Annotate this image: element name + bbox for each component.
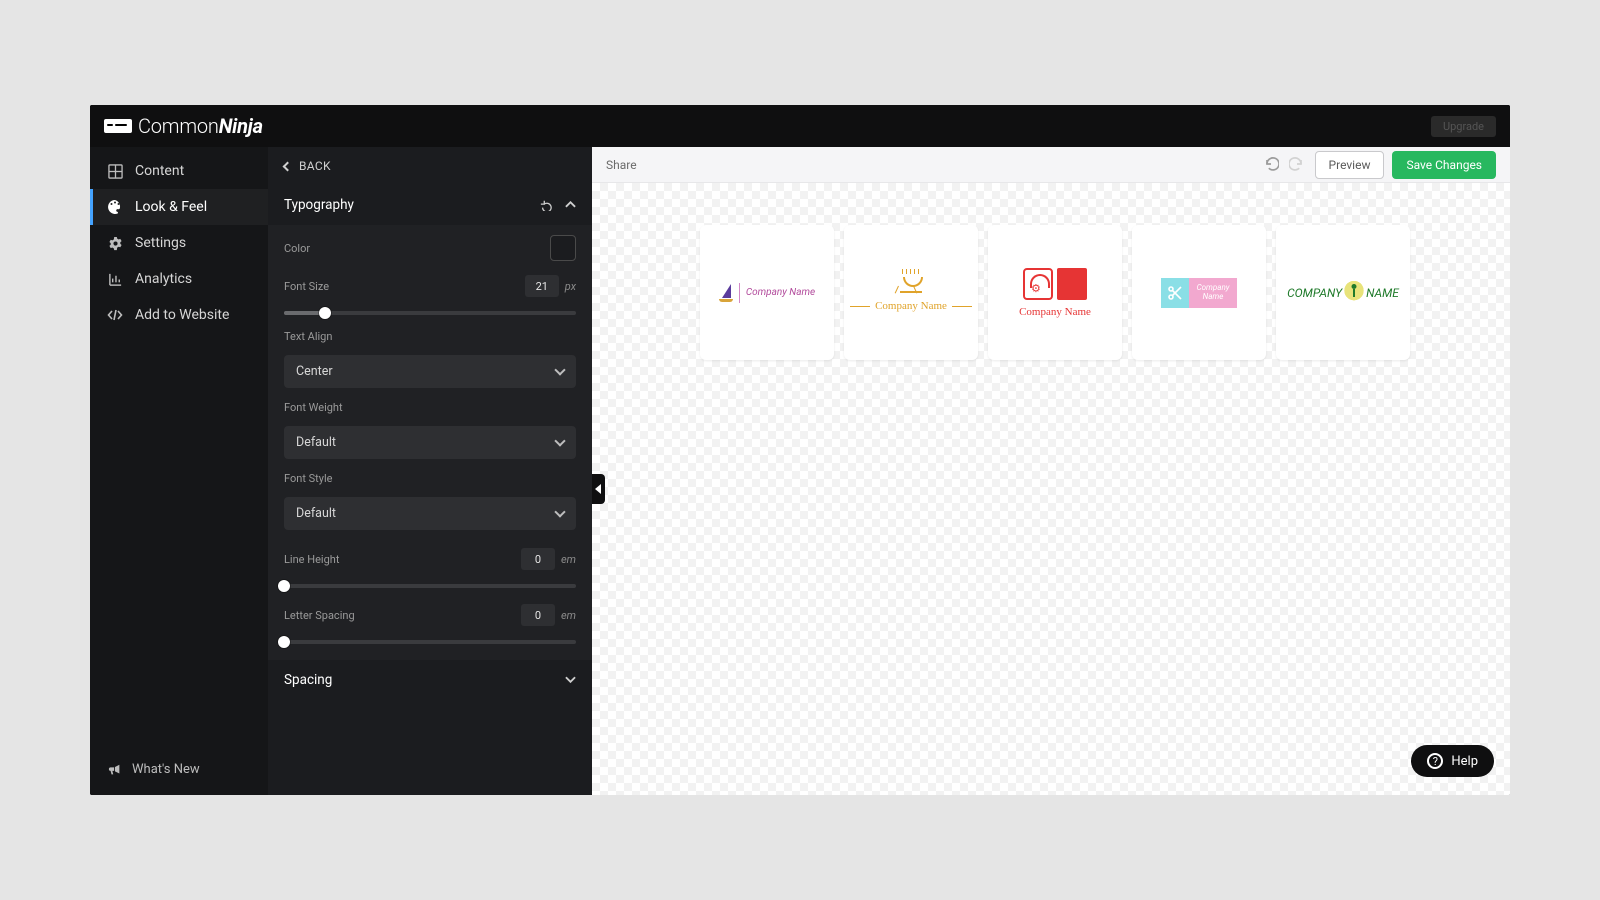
letter-spacing-unit: em <box>561 609 576 622</box>
color-label: Color <box>284 242 310 255</box>
line-height-unit: em <box>561 553 576 566</box>
canvas[interactable]: Company Name <box>592 183 1510 795</box>
chart-icon <box>107 271 123 287</box>
font-size-slider[interactable] <box>284 305 576 317</box>
spacing-title: Spacing <box>284 672 332 688</box>
sailboat-icon <box>719 284 733 302</box>
reset-icon[interactable] <box>539 199 553 211</box>
font-size-unit: px <box>565 280 576 293</box>
back-label: BACK <box>299 159 331 173</box>
help-button[interactable]: ? Help <box>1411 745 1494 777</box>
text-align-select[interactable]: Center <box>284 355 576 388</box>
typography-title: Typography <box>284 197 354 213</box>
spacing-section-header[interactable]: Spacing <box>268 660 592 700</box>
brand-name: CommonNinja <box>138 114 263 138</box>
letter-spacing-field: Letter Spacing em <box>284 598 576 626</box>
undo-button[interactable] <box>1263 156 1281 174</box>
whats-new-label: What's New <box>132 762 200 777</box>
brand-logo[interactable]: CommonNinja <box>104 114 263 138</box>
letter-spacing-label: Letter Spacing <box>284 609 355 622</box>
sidebar-item-content[interactable]: Content <box>90 153 268 189</box>
red-square-icon <box>1057 268 1087 300</box>
nav-sidebar: Content Look & Feel Settings Analytics <box>90 147 268 795</box>
canvas-area: Share Preview Save Changes <box>592 147 1510 795</box>
app-body: Content Look & Feel Settings Analytics <box>90 147 1510 795</box>
collapse-panel-tab[interactable] <box>592 474 605 504</box>
chevron-up-icon[interactable] <box>565 201 576 209</box>
font-weight-label: Font Weight <box>284 401 343 414</box>
logo-card[interactable]: Company Name <box>1132 225 1266 360</box>
line-height-slider[interactable] <box>284 578 576 590</box>
triangle-left-icon <box>595 484 601 494</box>
sidebar-item-label: Settings <box>135 235 186 251</box>
sidebar-item-analytics[interactable]: Analytics <box>90 261 268 297</box>
back-button[interactable]: BACK <box>268 147 592 185</box>
font-style-select[interactable]: Default <box>284 497 576 530</box>
whats-new-link[interactable]: What's New <box>90 750 268 795</box>
share-button[interactable]: Share <box>606 158 637 172</box>
font-weight-select[interactable]: Default <box>284 426 576 459</box>
logo-grill: Company Name <box>850 273 972 312</box>
palette-icon <box>107 199 123 215</box>
logo-boat: Company Name <box>719 283 815 303</box>
logo-cards-row: Company Name <box>592 183 1510 360</box>
sidebar-item-settings[interactable]: Settings <box>90 225 268 261</box>
logo-card[interactable]: Company Name <box>988 225 1122 360</box>
chevron-down-icon <box>565 676 576 684</box>
app-window: CommonNinja Upgrade Content Look & Feel <box>90 105 1510 795</box>
line-height-label: Line Height <box>284 553 339 566</box>
logo-scissors: Company Name <box>1161 278 1237 308</box>
canvas-toolbar: Share Preview Save Changes <box>592 147 1510 183</box>
font-size-label: Font Size <box>284 280 329 293</box>
chevron-left-icon <box>283 161 293 171</box>
color-swatch[interactable] <box>550 235 576 261</box>
bullhorn-icon <box>108 763 122 777</box>
letter-spacing-slider[interactable] <box>284 634 576 646</box>
logo-cloud-box: Company Name <box>1019 268 1091 318</box>
sidebar-item-add-to-website[interactable]: Add to Website <box>90 297 268 333</box>
cloud-gear-icon <box>1023 268 1053 300</box>
header-right: Upgrade <box>1431 116 1496 137</box>
scissors-icon <box>1161 278 1189 308</box>
logo-yoga: COMPANY NAME <box>1287 281 1399 305</box>
sidebar-item-label: Look & Feel <box>135 199 207 215</box>
typography-section-header[interactable]: Typography <box>268 185 592 225</box>
save-changes-button[interactable]: Save Changes <box>1392 151 1496 179</box>
redo-button <box>1289 156 1307 174</box>
sidebar-item-look-and-feel[interactable]: Look & Feel <box>90 189 268 225</box>
grid-icon <box>107 163 123 179</box>
brand-mark-icon <box>104 119 132 133</box>
app-header: CommonNinja Upgrade <box>90 105 1510 147</box>
gear-icon <box>107 235 123 251</box>
sidebar-item-label: Content <box>135 163 184 179</box>
logo-card[interactable]: Company Name <box>844 225 978 360</box>
font-size-input[interactable] <box>525 275 559 297</box>
grill-icon <box>898 273 924 291</box>
typography-section-body: Color Font Size px Text Align <box>268 225 592 660</box>
color-field: Color <box>284 229 576 261</box>
code-icon <box>107 307 123 323</box>
sidebar-item-label: Add to Website <box>135 307 229 323</box>
line-height-field: Line Height em <box>284 538 576 570</box>
chevron-down-icon <box>554 435 565 446</box>
logo-card[interactable]: Company Name <box>700 225 834 360</box>
chevron-down-icon <box>554 364 565 375</box>
preview-button[interactable]: Preview <box>1315 151 1385 179</box>
logo-card[interactable]: COMPANY NAME <box>1276 225 1410 360</box>
help-icon: ? <box>1427 753 1443 769</box>
properties-panel: BACK Typography Color <box>268 147 592 795</box>
upgrade-button[interactable]: Upgrade <box>1431 116 1496 137</box>
yoga-icon <box>1344 281 1364 305</box>
sidebar-item-label: Analytics <box>135 271 192 287</box>
text-align-label: Text Align <box>284 330 332 343</box>
letter-spacing-input[interactable] <box>521 604 555 626</box>
font-size-field: Font Size px <box>284 269 576 297</box>
line-height-input[interactable] <box>521 548 555 570</box>
chevron-down-icon <box>554 506 565 517</box>
font-style-label: Font Style <box>284 472 333 485</box>
